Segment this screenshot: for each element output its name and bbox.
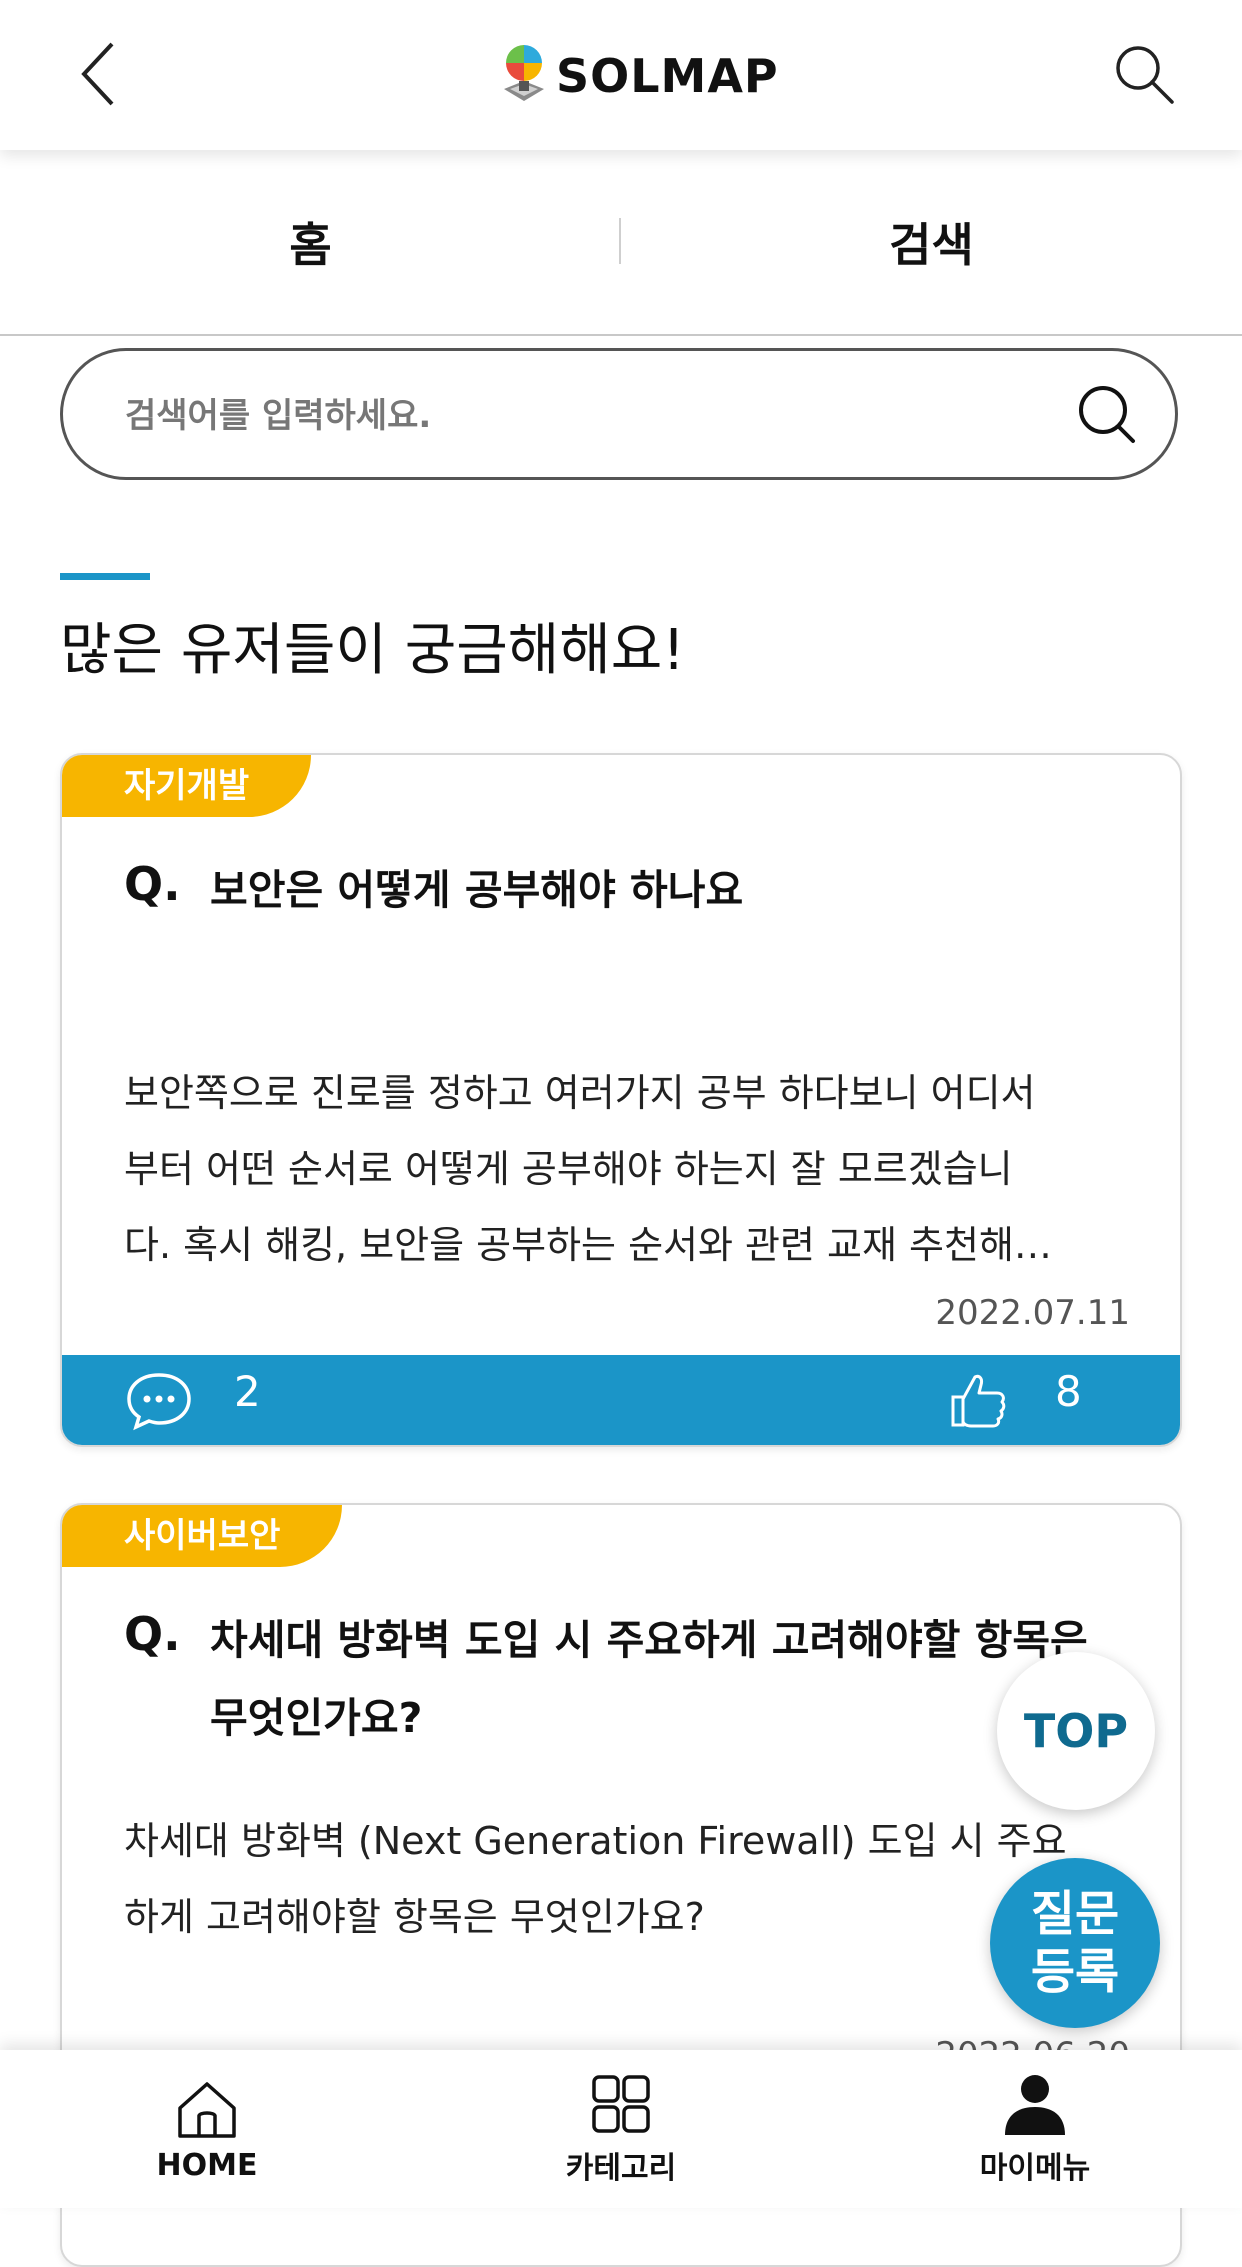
grid-icon: [592, 2075, 650, 2133]
body-line: 다. 혹시 해킹, 보안을 공부하는 순서와 관련 교재 추천해…: [124, 1223, 1052, 1267]
app-logo[interactable]: SOLMAP: [500, 36, 779, 116]
search-input[interactable]: [123, 381, 1027, 451]
question-title: 보안은 어떻게 공부해야 하나요: [210, 866, 744, 914]
body-line: 보안쪽으로 진로를 정하고 여러가지 공부 하다보니 어디서: [124, 1071, 1036, 1115]
header-search-button[interactable]: [1110, 40, 1180, 110]
question-title: 차세대 방화벽 도입 시 주요하게 고려해야할 항목은 무엇인가요?: [210, 1601, 1130, 1757]
user-icon: [1005, 2075, 1065, 2135]
card-footer: 2 8: [62, 1355, 1180, 1445]
question-body: 보안쪽으로 진로를 정하고 여러가지 공부 하다보니 어디서 부터 어떤 순서로…: [124, 1055, 1124, 1283]
q-mark: Q.: [124, 857, 181, 911]
back-button[interactable]: [70, 38, 130, 110]
tab-home[interactable]: 홈: [0, 150, 621, 334]
body-line: 부터 어떤 순서로 어떻게 공부해야 하는지 잘 모르겠습니: [124, 1147, 1013, 1191]
comment-icon[interactable]: [124, 1369, 194, 1431]
ask-label-line2: 등록: [1030, 1944, 1120, 2000]
thumbs-up-icon[interactable]: [947, 1369, 1009, 1431]
nav-category-label: 카테고리: [565, 2151, 677, 2186]
search-bar: [60, 348, 1178, 480]
search-submit-icon[interactable]: [1071, 379, 1141, 449]
q-mark: Q.: [124, 1607, 181, 1661]
category-tag: 자기개발: [62, 755, 312, 817]
ask-label-line1: 질문: [1030, 1886, 1120, 1942]
body-line: 하게 고려해야할 항목은 무엇인가요?: [124, 1895, 705, 1939]
like-count: 8: [1055, 1367, 1082, 1416]
question-card[interactable]: 자기개발 Q. 보안은 어떻게 공부해야 하나요 보안쪽으로 진로를 정하고 여…: [60, 753, 1182, 1447]
body-line: 차세대 방화벽 (Next Generation Firewall) 도입 시 …: [124, 1819, 1067, 1863]
post-date: 2022.07.11: [935, 1293, 1130, 1333]
section-title: 많은 유저들이 궁금해해요!: [60, 618, 685, 683]
lightbulb-map-logo-icon: [504, 45, 544, 101]
nav-mymenu[interactable]: 마이메뉴: [828, 2050, 1242, 2208]
question-body: 차세대 방화벽 (Next Generation Firewall) 도입 시 …: [124, 1803, 1124, 1955]
section-accent-bar: [60, 573, 150, 580]
logo-text: SOLMAP: [556, 49, 779, 103]
category-tag: 사이버보안: [62, 1505, 343, 1567]
comment-count: 2: [234, 1367, 261, 1416]
title-line: 무엇인가요?: [210, 1694, 423, 1742]
nav-mymenu-label: 마이메뉴: [979, 2151, 1091, 2186]
home-icon: [178, 2081, 236, 2138]
tab-bar: 홈 검색: [0, 150, 1242, 336]
tab-search[interactable]: 검색: [621, 150, 1242, 334]
title-line: 차세대 방화벽 도입 시 주요하게 고려해야할 항목은: [210, 1616, 1088, 1664]
nav-home-label: HOME: [156, 2147, 258, 2183]
ask-question-button[interactable]: 질문 등록: [990, 1858, 1160, 2028]
chevron-left-icon: [81, 42, 114, 106]
scroll-top-button[interactable]: TOP: [997, 1652, 1155, 1810]
search-icon: [1116, 46, 1174, 104]
app-header: SOLMAP: [0, 0, 1242, 150]
nav-home[interactable]: HOME: [0, 2050, 414, 2208]
nav-category[interactable]: 카테고리: [414, 2050, 828, 2208]
bottom-nav: HOME 카테고리 마이메뉴: [0, 2050, 1242, 2208]
tab-divider: [619, 218, 621, 264]
